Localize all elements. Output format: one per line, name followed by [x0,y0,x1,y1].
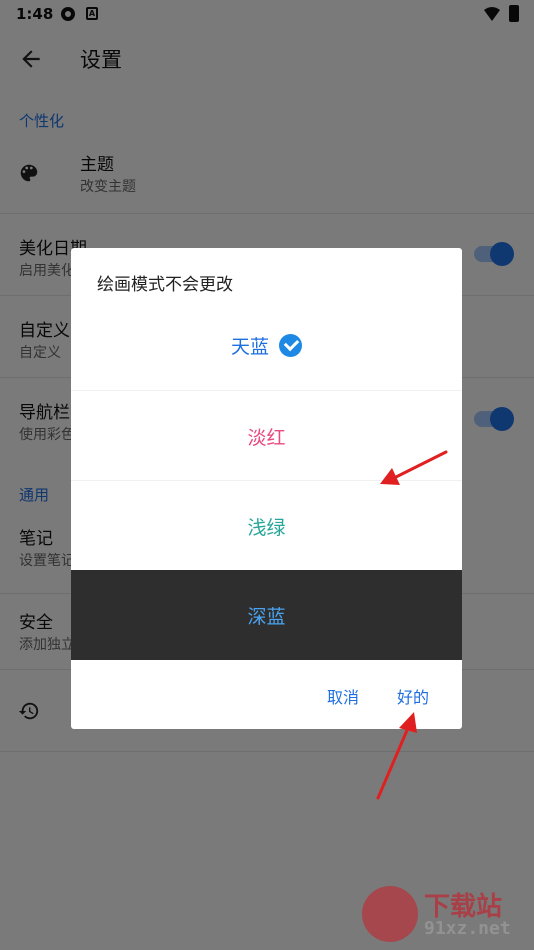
option-label: 深蓝 [247,606,286,628]
ok-button[interactable]: 好的 [397,684,429,708]
color-option-sky-blue[interactable]: 天蓝 [71,300,462,390]
option-label: 天蓝 [230,336,269,358]
option-label: 淡红 [247,427,286,449]
cancel-button[interactable]: 取消 [327,684,359,708]
color-option-dark-blue[interactable]: 深蓝 [71,570,462,660]
dialog-actions: 取消 好的 [71,660,462,729]
color-picker-dialog: 绘画模式不会更改 天蓝 淡红 浅绿 深蓝 取消 好的 [71,248,462,729]
color-option-light-green[interactable]: 浅绿 [71,480,462,570]
color-option-light-red[interactable]: 淡红 [71,390,462,480]
watermark-en: 91xz.net [424,918,511,939]
dialog-title: 绘画模式不会更改 [97,275,233,295]
watermark: 下载站 91xz.net [362,886,530,946]
check-circle-icon [279,334,302,357]
option-label: 浅绿 [247,517,286,539]
watermark-logo [362,886,418,942]
